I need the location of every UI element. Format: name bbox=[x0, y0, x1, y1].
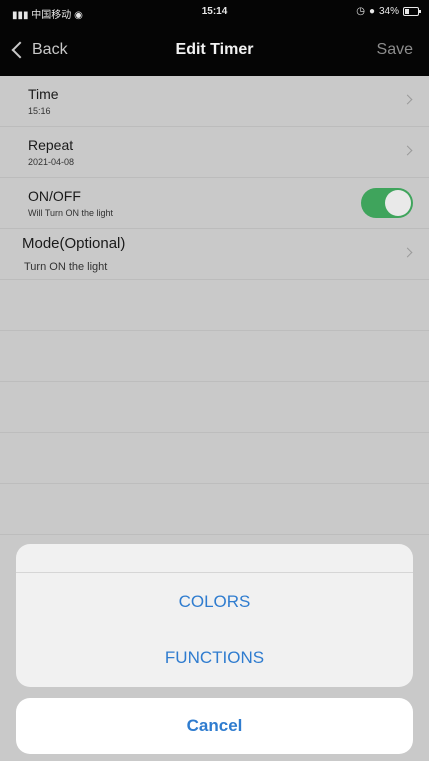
mode-title: Mode(Optional) bbox=[22, 235, 126, 252]
repeat-value: 2021-04-08 bbox=[28, 157, 75, 167]
divider bbox=[0, 432, 429, 433]
repeat-title: Repeat bbox=[28, 137, 74, 153]
time-value: 15:16 bbox=[28, 106, 51, 116]
page-title: Edit Timer bbox=[175, 41, 254, 58]
divider bbox=[16, 572, 413, 573]
divider bbox=[0, 534, 429, 535]
alarm-icon: ◷ bbox=[356, 6, 365, 17]
status-right: ◷ ● 34% bbox=[356, 6, 421, 17]
chevron-right-icon bbox=[402, 94, 413, 105]
battery-icon bbox=[403, 7, 421, 16]
cancel-button[interactable]: Cancel bbox=[16, 698, 413, 754]
save-button[interactable]: Save bbox=[377, 41, 413, 59]
onoff-description: Will Turn ON the light bbox=[28, 208, 114, 218]
repeat-row[interactable]: Repeat 2021-04-08 bbox=[0, 127, 429, 178]
time-title: Time bbox=[28, 86, 59, 102]
divider bbox=[0, 483, 429, 484]
functions-option[interactable]: FUNCTIONS bbox=[16, 630, 413, 686]
action-sheet-header bbox=[16, 544, 413, 572]
divider bbox=[0, 330, 429, 331]
nav-bar: Back Edit Timer Save bbox=[0, 24, 429, 76]
battery-percent: 34% bbox=[378, 6, 399, 17]
onoff-toggle[interactable] bbox=[361, 188, 413, 218]
time-row[interactable]: Time 15:16 bbox=[0, 76, 429, 127]
toggle-knob bbox=[385, 190, 411, 216]
divider bbox=[0, 381, 429, 382]
action-sheet: COLORS FUNCTIONS bbox=[16, 544, 413, 687]
colors-option[interactable]: COLORS bbox=[16, 574, 413, 630]
chevron-right-icon bbox=[402, 247, 413, 258]
chevron-right-icon bbox=[402, 145, 413, 156]
lock-icon: ● bbox=[368, 6, 375, 17]
status-bar: ▮▮▮ 中国移动 ◉ 15:14 ◷ ● 34% bbox=[0, 0, 429, 24]
mode-value: Turn ON the light bbox=[24, 261, 108, 273]
mode-row[interactable]: Mode(Optional) Turn ON the light bbox=[0, 229, 429, 280]
onoff-title: ON/OFF bbox=[28, 188, 81, 204]
